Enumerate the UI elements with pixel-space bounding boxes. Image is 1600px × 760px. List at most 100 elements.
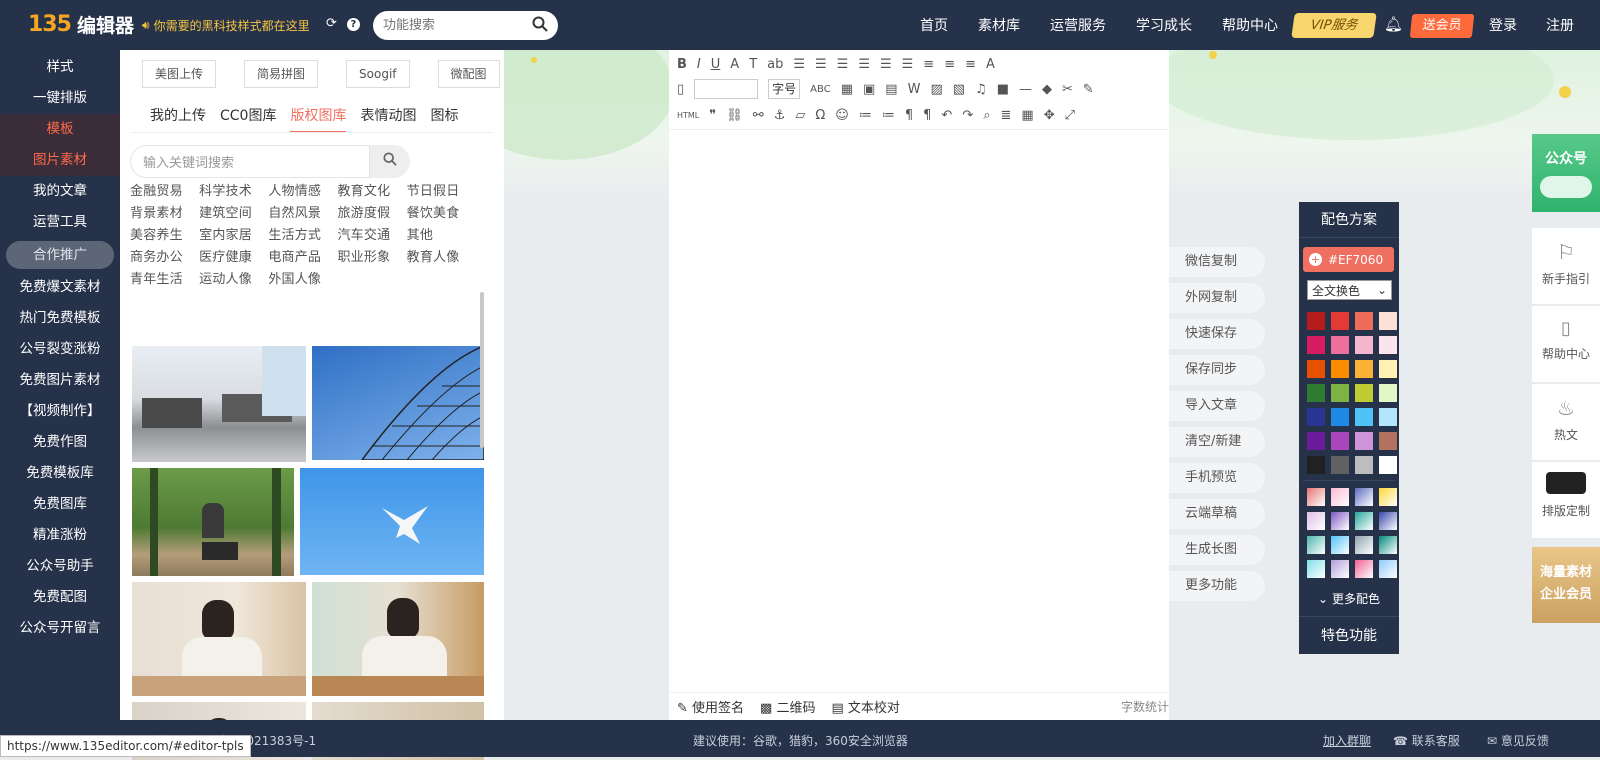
color-swatch[interactable] xyxy=(1331,456,1349,474)
gradient-swatch[interactable] xyxy=(1355,512,1373,530)
background-color-icon[interactable]: ab xyxy=(767,57,783,72)
wechat-copy-button[interactable]: 微信复制 xyxy=(1169,247,1265,277)
gradient-swatch[interactable] xyxy=(1331,560,1349,578)
magic-wand-icon[interactable]: ✎ xyxy=(1083,82,1094,97)
image-man-coffee-1[interactable] xyxy=(132,582,306,696)
fullscreen-icon[interactable]: ⤢ xyxy=(1065,108,1075,123)
category-tag[interactable]: 教育人像 xyxy=(407,250,460,265)
video-icon[interactable]: ■ xyxy=(997,82,1009,97)
color-swatch[interactable] xyxy=(1307,408,1325,426)
gradient-swatch[interactable] xyxy=(1379,560,1397,578)
sidebar-item-hot-templates[interactable]: 热门免费模板 xyxy=(0,303,120,334)
indent-icon[interactable]: ☰ xyxy=(880,57,892,72)
color-swatch[interactable] xyxy=(1379,432,1397,450)
nav-item-materials[interactable]: 素材库 xyxy=(978,0,1020,50)
sidebar-item-images[interactable]: 图片素材 xyxy=(0,145,120,176)
gradient-swatch[interactable] xyxy=(1379,512,1397,530)
sidebar-item-my-articles[interactable]: 我的文章 xyxy=(0,176,120,207)
category-tag[interactable]: 外国人像 xyxy=(268,272,321,287)
color-swatch[interactable] xyxy=(1379,408,1397,426)
sidebar-item-templates[interactable]: 模板 xyxy=(0,114,120,145)
color-swatch[interactable] xyxy=(1307,360,1325,378)
font-size-scale-icon[interactable]: A xyxy=(986,57,995,72)
find-replace-icon[interactable]: ⌕ xyxy=(983,108,990,123)
sidebar-item-template-lib[interactable]: 免费模板库 xyxy=(0,458,120,489)
category-tag[interactable]: 室内家居 xyxy=(199,228,252,243)
sidebar-item-tools[interactable]: 运营工具 xyxy=(0,207,120,238)
color-swatch[interactable] xyxy=(1379,336,1397,354)
nav-item-operation[interactable]: 运营服务 xyxy=(1050,0,1106,50)
more-functions-button[interactable]: 更多功能 xyxy=(1169,571,1265,601)
weipeitu-button[interactable]: 微配图 xyxy=(437,60,500,88)
color-swatch[interactable] xyxy=(1355,384,1373,402)
sidebar-item-free-articles[interactable]: 免费爆文素材 xyxy=(0,272,120,303)
outdent-icon[interactable]: ☰ xyxy=(902,57,914,72)
mobile-preview-button[interactable]: 手机预览 xyxy=(1169,463,1265,493)
align-center-icon[interactable]: ☰ xyxy=(815,57,827,72)
color-swatch[interactable] xyxy=(1379,384,1397,402)
word-icon[interactable]: W xyxy=(908,82,921,97)
gradient-swatch[interactable] xyxy=(1355,488,1373,506)
color-swatch[interactable] xyxy=(1331,384,1349,402)
gradient-swatch[interactable] xyxy=(1307,560,1325,578)
color-swatch[interactable] xyxy=(1307,312,1325,330)
nav-item-learning[interactable]: 学习成长 xyxy=(1136,0,1192,50)
color-swatch[interactable] xyxy=(1355,408,1373,426)
gzh-card[interactable]: 公众号 xyxy=(1532,134,1600,212)
line-height-icon[interactable]: ≡ xyxy=(923,57,934,72)
sidebar-item-assistant[interactable]: 公众号助手 xyxy=(0,551,120,582)
category-tag[interactable]: 教育文化 xyxy=(337,184,390,199)
color-swatch[interactable] xyxy=(1307,336,1325,354)
gradient-swatch[interactable] xyxy=(1379,536,1397,554)
category-tag[interactable]: 运动人像 xyxy=(199,272,252,287)
sidebar-item-free-pics[interactable]: 免费配图 xyxy=(0,582,120,613)
image-park-man[interactable] xyxy=(132,468,294,576)
current-color[interactable]: + #EF7060 xyxy=(1303,247,1394,272)
color-swatch[interactable] xyxy=(1355,312,1373,330)
font-family-select[interactable] xyxy=(694,79,759,99)
proofread-button[interactable]: ▤ 文本校对 xyxy=(831,697,899,716)
color-swatch[interactable] xyxy=(1379,360,1397,378)
color-swatch[interactable] xyxy=(1379,312,1397,330)
edit-box-icon[interactable]: ▱ xyxy=(795,108,805,123)
image-icon[interactable]: ▣ xyxy=(863,82,875,97)
category-tag[interactable]: 科学技术 xyxy=(199,184,252,199)
anchor-icon[interactable]: ⚓︎ xyxy=(774,108,786,123)
link-icon[interactable]: ⛓ xyxy=(726,108,743,123)
gradient-swatch[interactable] xyxy=(1331,536,1349,554)
import-article-button[interactable]: 导入文章 xyxy=(1169,391,1265,421)
color-swatch[interactable] xyxy=(1355,456,1373,474)
ordered-list-icon[interactable]: ≔ xyxy=(859,108,872,123)
color-swatch[interactable] xyxy=(1307,456,1325,474)
guide-link[interactable]: ⚐ 新手指引 xyxy=(1532,228,1600,304)
nav-item-help[interactable]: 帮助中心 xyxy=(1222,0,1278,50)
refresh-icon[interactable]: ⟳ xyxy=(326,16,337,31)
feature-title[interactable]: 特色功能 xyxy=(1299,616,1399,654)
cloud-draft-button[interactable]: 云端草稿 xyxy=(1169,499,1265,529)
move-icon[interactable]: ✥ xyxy=(1044,108,1055,123)
special-char-icon[interactable]: Ω xyxy=(815,108,825,123)
promo-link[interactable]: 🔊︎ 你需要的黑科技样式都在这里 xyxy=(142,17,310,34)
template-icon[interactable]: ▦ xyxy=(1021,108,1033,123)
meitu-upload-button[interactable]: 美图上传 xyxy=(142,60,217,88)
ltr-icon[interactable]: ¶ xyxy=(905,108,913,123)
keyword-search-button[interactable] xyxy=(370,145,410,178)
enterprise-member-card[interactable]: 海量素材 企业会员 xyxy=(1532,547,1600,623)
gradient-swatch[interactable] xyxy=(1355,560,1373,578)
text-format-icon[interactable]: T xyxy=(749,57,757,72)
gallery-icon[interactable]: ▧ xyxy=(953,82,965,97)
category-tag[interactable]: 生活方式 xyxy=(268,228,321,243)
category-tag[interactable]: 医疗健康 xyxy=(199,250,252,265)
color-swatch[interactable] xyxy=(1331,432,1349,450)
sidebar-item-growth[interactable]: 精准涨粉 xyxy=(0,520,120,551)
tab-my-uploads[interactable]: 我的上传 xyxy=(150,105,206,133)
category-tag[interactable]: 自然风景 xyxy=(268,206,321,221)
image-man-coffee-2[interactable] xyxy=(312,582,484,696)
image-dome[interactable] xyxy=(312,346,484,460)
sidebar-item-comments[interactable]: 公众号开留言 xyxy=(0,613,120,644)
layout-custom-link[interactable]: 排版定制 xyxy=(1532,462,1600,538)
align-left-icon[interactable]: ☰ xyxy=(793,57,805,72)
italic-icon[interactable]: I xyxy=(697,57,701,72)
gradient-swatch[interactable] xyxy=(1307,512,1325,530)
nav-item-home[interactable]: 首页 xyxy=(920,0,948,50)
